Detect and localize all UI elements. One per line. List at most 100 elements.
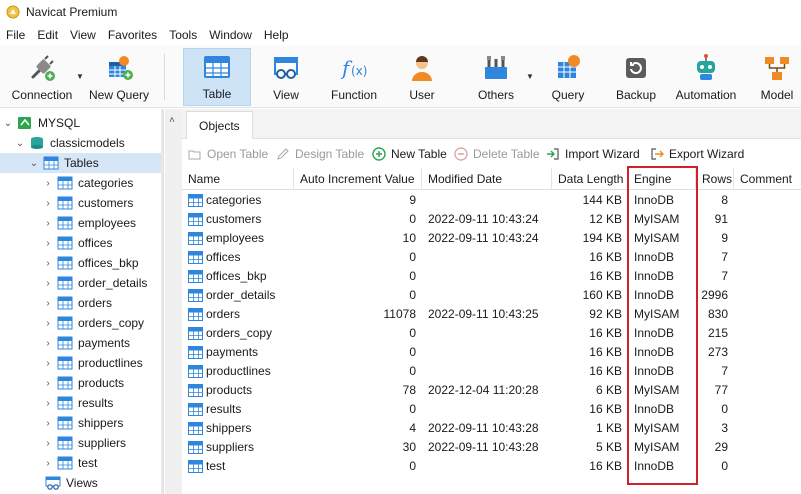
table-row[interactable]: orders_copy 0 16 KB InnoDB 215 — [182, 324, 801, 343]
expand-chevron-icon[interactable]: › — [42, 238, 54, 249]
tree-table-item[interactable]: › payments — [0, 333, 163, 353]
design-table-button[interactable]: Design Table — [276, 145, 364, 163]
table-row[interactable]: offices_bkp 0 16 KB InnoDB 7 — [182, 267, 801, 286]
tree-table-item[interactable]: › categories — [0, 173, 163, 193]
backup-button[interactable]: Backup — [610, 48, 662, 106]
tools-icon — [485, 56, 507, 79]
menu-tools[interactable]: Tools — [163, 24, 203, 46]
open-table-button[interactable]: Open Table — [188, 145, 268, 163]
column-header-comment[interactable]: Comment — [734, 168, 801, 190]
expand-chevron-icon[interactable]: › — [42, 218, 54, 229]
expand-chevron-icon[interactable]: › — [42, 398, 54, 409]
others-button[interactable]: Others ▼ — [468, 48, 534, 106]
user-button[interactable]: User — [398, 48, 446, 106]
table-row[interactable]: order_details 0 160 KB InnoDB 2996 — [182, 286, 801, 305]
expand-chevron-icon[interactable]: › — [42, 338, 54, 349]
expand-chevron-icon[interactable]: › — [42, 278, 54, 289]
tree-table-item[interactable]: › products — [0, 373, 163, 393]
cell-engine: MyISAM — [634, 440, 680, 454]
tree-table-item[interactable]: › results — [0, 393, 163, 413]
tab-objects[interactable]: Objects — [186, 111, 253, 139]
automation-button[interactable]: Automation — [672, 48, 740, 106]
table-row[interactable]: offices 0 16 KB InnoDB 7 — [182, 248, 801, 267]
table-row[interactable]: suppliers 30 2022-09-11 10:43:28 5 KB MyISAM… — [182, 438, 801, 457]
tree-table-item[interactable]: › productlines — [0, 353, 163, 373]
chevron-up-icon[interactable]: ˄ — [169, 115, 175, 126]
tree-tables-node[interactable]: ⌄ Tables — [0, 153, 163, 173]
others-dropdown-icon[interactable]: ▼ — [526, 72, 534, 81]
function-button[interactable]: f (x) Function — [326, 48, 382, 106]
tree-table-item[interactable]: › orders — [0, 293, 163, 313]
tree-table-item[interactable]: › test — [0, 453, 163, 473]
tree-table-item[interactable]: › orders_copy — [0, 313, 163, 333]
tree-connection-mysql[interactable]: ⌄ MYSQL — [0, 113, 163, 133]
table-row[interactable]: products 78 2022-12-04 11:20:28 6 KB MyISAM 7… — [182, 381, 801, 400]
table-row[interactable]: test 0 16 KB InnoDB 0 — [182, 457, 801, 476]
tree-table-item[interactable]: › order_details — [0, 273, 163, 293]
menu-edit[interactable]: Edit — [31, 24, 64, 46]
table-row[interactable]: employees 10 2022-09-11 10:43:24 194 KB MyIS… — [182, 229, 801, 248]
import-wizard-button[interactable]: Import Wizard — [546, 145, 640, 163]
model-button[interactable]: Model — [752, 48, 801, 106]
sidebar-scrollbar[interactable] — [161, 109, 163, 494]
tree-table-label: suppliers — [78, 436, 127, 450]
delete-table-button[interactable]: Delete Table — [454, 145, 540, 163]
table-row[interactable]: customers 0 2022-09-11 10:43:24 12 KB MyISAM… — [182, 210, 801, 229]
view-button[interactable]: View — [258, 48, 314, 106]
expand-chevron-icon[interactable]: › — [42, 298, 54, 309]
new-query-button[interactable]: New Query — [86, 48, 152, 106]
tree-table-label: customers — [78, 196, 134, 210]
expand-chevron-icon[interactable]: › — [42, 318, 54, 329]
connection-button[interactable]: Connection ▼ — [4, 48, 84, 106]
new-table-button[interactable]: New Table — [372, 145, 447, 163]
table-row[interactable]: orders 11078 2022-09-11 10:43:25 92 KB MyISA… — [182, 305, 801, 324]
expand-chevron-icon[interactable]: › — [42, 358, 54, 369]
query-button[interactable]: Query — [540, 48, 596, 106]
tree-database-classicmodels[interactable]: ⌄ classicmodels — [0, 133, 163, 153]
menu-window[interactable]: Window — [203, 24, 258, 46]
table-icon — [188, 403, 203, 416]
column-header-data-length[interactable]: Data Length — [552, 168, 628, 190]
column-header-auto-increment[interactable]: Auto Increment Value — [294, 168, 422, 190]
collapse-chevron-icon[interactable]: ⌄ — [14, 138, 26, 149]
import-icon — [547, 148, 559, 160]
cell-engine: MyISAM — [634, 231, 680, 245]
table-row[interactable]: results 0 16 KB InnoDB 0 — [182, 400, 801, 419]
export-wizard-button[interactable]: Export Wizard — [650, 145, 744, 163]
expand-chevron-icon[interactable]: › — [42, 458, 54, 469]
connection-dropdown-icon[interactable]: ▼ — [76, 72, 84, 81]
table-icon — [188, 384, 203, 397]
column-header-name[interactable]: Name — [182, 168, 294, 190]
expand-chevron-icon[interactable]: › — [42, 178, 54, 189]
table-row[interactable]: payments 0 16 KB InnoDB 273 — [182, 343, 801, 362]
expand-chevron-icon[interactable]: › — [42, 258, 54, 269]
tree-table-item[interactable]: › customers — [0, 193, 163, 213]
menu-favorites[interactable]: Favorites — [102, 24, 163, 46]
table-row[interactable]: shippers 4 2022-09-11 10:43:28 1 KB MyISAM 3 — [182, 419, 801, 438]
table-row[interactable]: productlines 0 16 KB InnoDB 7 — [182, 362, 801, 381]
menu-view[interactable]: View — [64, 24, 102, 46]
column-header-rows[interactable]: Rows — [696, 168, 734, 190]
table-row[interactable]: categories 9 144 KB InnoDB 8 — [182, 191, 801, 210]
menu-file[interactable]: File — [0, 24, 31, 46]
expand-chevron-icon[interactable]: › — [42, 418, 54, 429]
menu-help[interactable]: Help — [258, 24, 295, 46]
table-button[interactable]: Table — [183, 48, 251, 106]
expand-chevron-icon[interactable]: › — [42, 198, 54, 209]
cell-comment — [734, 324, 801, 343]
tree-table-item[interactable]: › suppliers — [0, 433, 163, 453]
tree-table-item[interactable]: › offices_bkp — [0, 253, 163, 273]
column-header-engine[interactable]: Engine — [628, 168, 696, 190]
collapse-chevron-icon[interactable]: ⌄ — [28, 158, 40, 169]
expand-chevron-icon[interactable]: › — [42, 378, 54, 389]
tree-table-item[interactable]: › employees — [0, 213, 163, 233]
collapse-chevron-icon[interactable]: ⌄ — [2, 118, 14, 129]
tree-table-item[interactable]: › offices — [0, 233, 163, 253]
cell-name: productlines — [182, 362, 294, 381]
tree-table-label: results — [78, 396, 114, 410]
tree-table-item[interactable]: › shippers — [0, 413, 163, 433]
column-header-modified-date[interactable]: Modified Date — [422, 168, 552, 190]
expand-chevron-icon[interactable]: › — [42, 438, 54, 449]
tree-views-node[interactable]: Views — [0, 473, 163, 493]
cell-data-length: 92 KB — [589, 307, 622, 321]
